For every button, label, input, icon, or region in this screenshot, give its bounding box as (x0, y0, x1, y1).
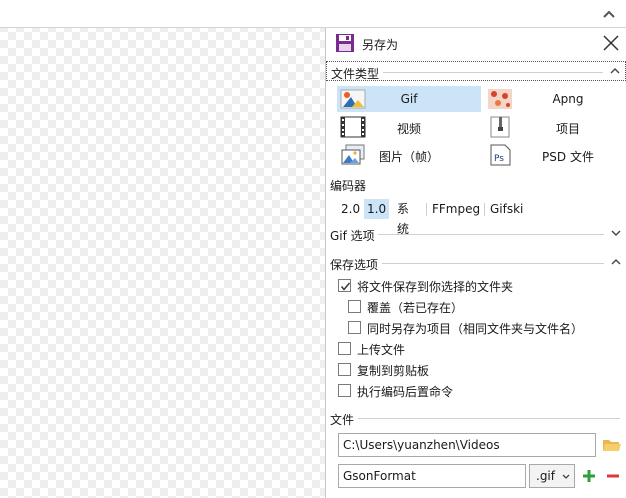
file-type-project[interactable]: 项目 (484, 114, 622, 140)
separator (426, 203, 427, 216)
option-save-as-project-label: 同时另存为项目（相同文件夹与文件名） (367, 322, 584, 336)
option-overwrite-label: 覆盖（若已存在） (367, 301, 464, 315)
option-overwrite[interactable]: 覆盖（若已存在） (348, 298, 618, 316)
chevron-down-icon (562, 474, 570, 479)
folder-open-icon[interactable] (602, 437, 622, 453)
collapse-up-icon[interactable] (602, 8, 616, 20)
file-type-label: 文件类型 (331, 67, 380, 81)
file-label: 文件 (330, 413, 355, 427)
file-type-apng[interactable]: Apng (484, 86, 622, 112)
file-section-header: 文件 (326, 408, 626, 428)
checkbox-upload[interactable] (338, 342, 351, 355)
checkbox-copy-clipboard[interactable] (338, 363, 351, 376)
encoder-tab-1-0[interactable]: 1.0 (364, 199, 390, 219)
file-type-section-header[interactable]: 文件类型 (326, 61, 626, 81)
save-as-panel: 另存为 文件类型 Gif Apng 视频 项目 图片（帧） Ps PSD 文件 … (325, 28, 626, 498)
panel-header: 另存为 (326, 28, 626, 58)
gif-options-label: Gif 选项 (330, 229, 375, 243)
encoder-label: 编码器 (330, 179, 367, 193)
chevron-up-icon[interactable] (610, 67, 620, 75)
project-zip-icon (490, 116, 510, 138)
top-bar (0, 0, 626, 28)
checkmark-icon (340, 282, 351, 291)
checkbox-post-command[interactable] (338, 384, 351, 397)
separator (484, 203, 485, 216)
folder-path-input[interactable]: C:\Users\yuanzhen\Videos (338, 433, 596, 457)
file-type-project-label: 项目 (555, 122, 580, 136)
option-copy-clipboard[interactable]: 复制到剪贴板 (338, 361, 618, 379)
file-name-input[interactable]: GsonFormat (338, 464, 526, 488)
file-type-psd-label: PSD 文件 (542, 150, 594, 164)
file-type-video[interactable]: 视频 (337, 114, 481, 140)
remove-icon[interactable] (606, 469, 620, 483)
panel-title: 另存为 (362, 38, 399, 52)
file-type-psd[interactable]: Ps PSD 文件 (484, 142, 622, 168)
option-upload-label: 上传文件 (357, 343, 406, 357)
file-type-apng-label: Apng (552, 92, 584, 106)
add-icon[interactable] (582, 469, 596, 483)
divider (383, 72, 603, 73)
photoshop-icon: Ps (490, 144, 511, 166)
option-post-command[interactable]: 执行编码后置命令 (338, 382, 618, 400)
save-options-label: 保存选项 (330, 258, 379, 272)
divider (358, 418, 620, 419)
file-type-image-frames-label: 图片（帧） (378, 150, 439, 164)
encoder-tab-system[interactable]: 系统 (394, 199, 412, 236)
option-copy-clipboard-label: 复制到剪贴板 (357, 364, 430, 378)
save-options-section-header[interactable]: 保存选项 (326, 253, 626, 273)
option-save-to-folder-label: 将文件保存到你选择的文件夹 (357, 280, 514, 294)
encoder-tab-ffmpeg[interactable]: FFmpeg (429, 199, 483, 219)
encoder-section-header: 编码器 (326, 174, 626, 194)
file-type-video-label: 视频 (396, 122, 421, 136)
extension-value: .gif (536, 469, 555, 483)
extension-select[interactable]: .gif (529, 464, 575, 488)
file-type-gif-label: Gif (400, 92, 418, 106)
save-icon (336, 34, 354, 52)
divider (382, 263, 604, 264)
option-save-to-folder[interactable]: 将文件保存到你选择的文件夹 (338, 277, 618, 295)
gif-options-section-header[interactable]: Gif 选项 (326, 224, 626, 244)
encoder-tab-gifski[interactable]: Gifski (487, 199, 526, 219)
divider (378, 234, 604, 235)
option-save-as-project[interactable]: 同时另存为项目（相同文件夹与文件名） (348, 319, 618, 337)
preview-canvas (0, 0, 325, 498)
chevron-down-icon[interactable] (611, 229, 621, 237)
svg-text:Ps: Ps (494, 154, 504, 164)
checkbox-save-as-project[interactable] (348, 321, 361, 334)
option-upload[interactable]: 上传文件 (338, 340, 618, 358)
file-type-gif[interactable]: Gif (337, 86, 481, 112)
checkbox-save-to-folder[interactable] (338, 279, 351, 292)
checkbox-overwrite[interactable] (348, 300, 361, 313)
chevron-up-icon[interactable] (611, 258, 621, 266)
apng-icon (488, 89, 512, 109)
encoder-tab-2-0[interactable]: 2.0 (338, 199, 363, 219)
option-post-command-label: 执行编码后置命令 (357, 385, 454, 399)
file-type-image-frames[interactable]: 图片（帧） (337, 142, 481, 168)
close-icon[interactable] (602, 34, 620, 52)
